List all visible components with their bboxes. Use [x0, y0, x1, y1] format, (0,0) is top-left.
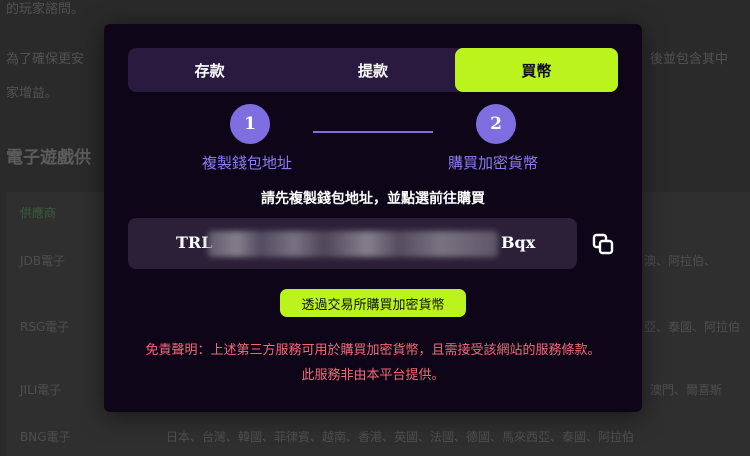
tab-bar: 存款 提款 買幣	[128, 48, 618, 92]
disclaimer-line-1: 免責聲明：上述第三方服務可用於購買加密貨幣，且需接受該網站的服務條款。	[145, 343, 601, 358]
step-2-circle: 2	[476, 104, 516, 144]
tab-buy-crypto[interactable]: 買幣	[454, 48, 618, 92]
disclaimer-line-2: 此服務非由本平台提供。	[301, 368, 445, 383]
wallet-address-box: TRL Bqx	[128, 218, 577, 269]
crypto-modal: 存款 提款 買幣 1 2 複製錢包地址 購買加密貨幣 請先複製錢包地址，並點選前…	[104, 24, 642, 412]
copy-icon[interactable]	[591, 232, 615, 256]
step-2-label: 購買加密貨幣	[448, 154, 539, 172]
step-1-circle: 1	[230, 104, 270, 144]
tab-deposit[interactable]: 存款	[128, 48, 291, 92]
step-1-label: 複製錢包地址	[202, 154, 293, 172]
tab-withdraw[interactable]: 提款	[291, 48, 454, 92]
instruction-text: 請先複製錢包地址，並點選前往購買	[261, 191, 485, 207]
step-connector	[313, 131, 433, 133]
address-prefix: TRL	[176, 233, 213, 252]
address-suffix: Bqx	[501, 233, 536, 252]
address-redacted	[208, 231, 498, 257]
buy-via-exchange-button[interactable]: 透過交易所購買加密貨幣	[280, 289, 466, 317]
